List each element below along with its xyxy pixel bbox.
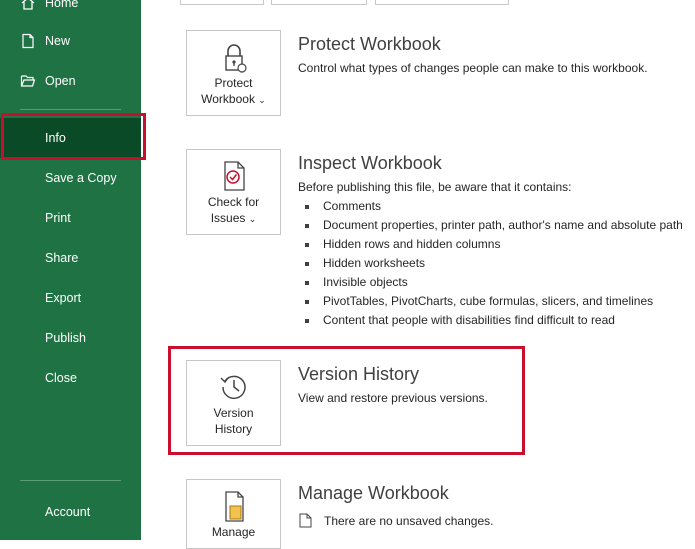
check-button-line2: Issues ⌄ bbox=[187, 210, 280, 227]
nav-account[interactable]: Account bbox=[0, 492, 141, 532]
protect-desc: Control what types of changes people can… bbox=[298, 61, 648, 75]
inspect-desc: Before publishing this file, be aware th… bbox=[298, 180, 572, 194]
nav-save-a-copy-label: Save a Copy bbox=[45, 171, 117, 185]
nav-publish[interactable]: Publish bbox=[0, 318, 141, 358]
lock-icon bbox=[225, 44, 247, 73]
nav-export-label: Export bbox=[45, 291, 82, 305]
list-item: Comments bbox=[298, 197, 683, 216]
nav-open-label: Open bbox=[45, 74, 76, 88]
nav-print-label: Print bbox=[45, 211, 71, 225]
check-button-line2-text: Issues bbox=[210, 211, 246, 225]
nav-share[interactable]: Share bbox=[0, 238, 141, 278]
version-highlight-box bbox=[168, 346, 525, 455]
nav-close-label: Close bbox=[45, 371, 77, 385]
top-button-partial[interactable] bbox=[271, 0, 367, 5]
manage-desc: There are no unsaved changes. bbox=[324, 514, 494, 528]
list-item: Hidden rows and hidden columns bbox=[298, 235, 683, 254]
chevron-down-icon: ⌄ bbox=[258, 95, 266, 105]
protect-button-line2-text: Workbook bbox=[201, 92, 255, 106]
inspect-items-list: Comments Document properties, printer pa… bbox=[298, 197, 683, 330]
info-highlight-box bbox=[1, 113, 146, 160]
list-item: Hidden worksheets bbox=[298, 254, 683, 273]
list-item: Invisible objects bbox=[298, 273, 683, 292]
check-for-issues-button[interactable]: Check for Issues ⌄ bbox=[186, 149, 281, 235]
check-button-line1: Check for bbox=[207, 195, 260, 209]
protect-button-line2: Workbook ⌄ bbox=[187, 91, 280, 108]
chevron-down-icon: ⌄ bbox=[248, 214, 257, 224]
document-icon bbox=[299, 513, 312, 528]
nav-open[interactable]: Open bbox=[0, 61, 141, 101]
new-file-icon bbox=[22, 33, 34, 49]
list-item: Document properties, printer path, autho… bbox=[298, 216, 683, 235]
home-icon bbox=[21, 0, 35, 10]
nav-home[interactable]: Home bbox=[0, 0, 141, 23]
top-button-partial[interactable] bbox=[180, 0, 264, 5]
nav-separator bbox=[20, 480, 121, 481]
nav-home-label: Home bbox=[45, 0, 79, 10]
nav-export[interactable]: Export bbox=[0, 278, 141, 318]
nav-share-label: Share bbox=[45, 251, 79, 265]
folder-open-icon bbox=[20, 75, 36, 87]
nav-save-a-copy[interactable]: Save a Copy bbox=[0, 158, 141, 198]
list-item: Content that people with disabilities fi… bbox=[298, 311, 683, 330]
protect-button-line1: Protect bbox=[214, 76, 253, 90]
nav-print[interactable]: Print bbox=[0, 198, 141, 238]
backstage-sidebar: Home New Open Info Save a Copy Print Sha… bbox=[0, 0, 141, 540]
manage-workbook-button[interactable]: Manage bbox=[186, 479, 281, 549]
nav-new-label: New bbox=[45, 34, 71, 48]
protect-workbook-button[interactable]: Protect Workbook ⌄ bbox=[186, 30, 281, 116]
manage-title: Manage Workbook bbox=[298, 483, 449, 503]
nav-account-label: Account bbox=[45, 505, 91, 519]
inspect-title: Inspect Workbook bbox=[298, 153, 442, 173]
manage-button-line1: Manage bbox=[211, 525, 256, 539]
inspect-document-icon bbox=[224, 161, 245, 191]
nav-publish-label: Publish bbox=[45, 331, 86, 345]
protect-title: Protect Workbook bbox=[298, 34, 441, 54]
list-item: PivotTables, PivotCharts, cube formulas,… bbox=[298, 292, 683, 311]
nav-new[interactable]: New bbox=[0, 21, 141, 61]
top-button-partial[interactable] bbox=[375, 0, 509, 5]
manage-document-icon bbox=[225, 491, 244, 522]
nav-separator bbox=[20, 109, 121, 110]
nav-close[interactable]: Close bbox=[0, 358, 141, 398]
